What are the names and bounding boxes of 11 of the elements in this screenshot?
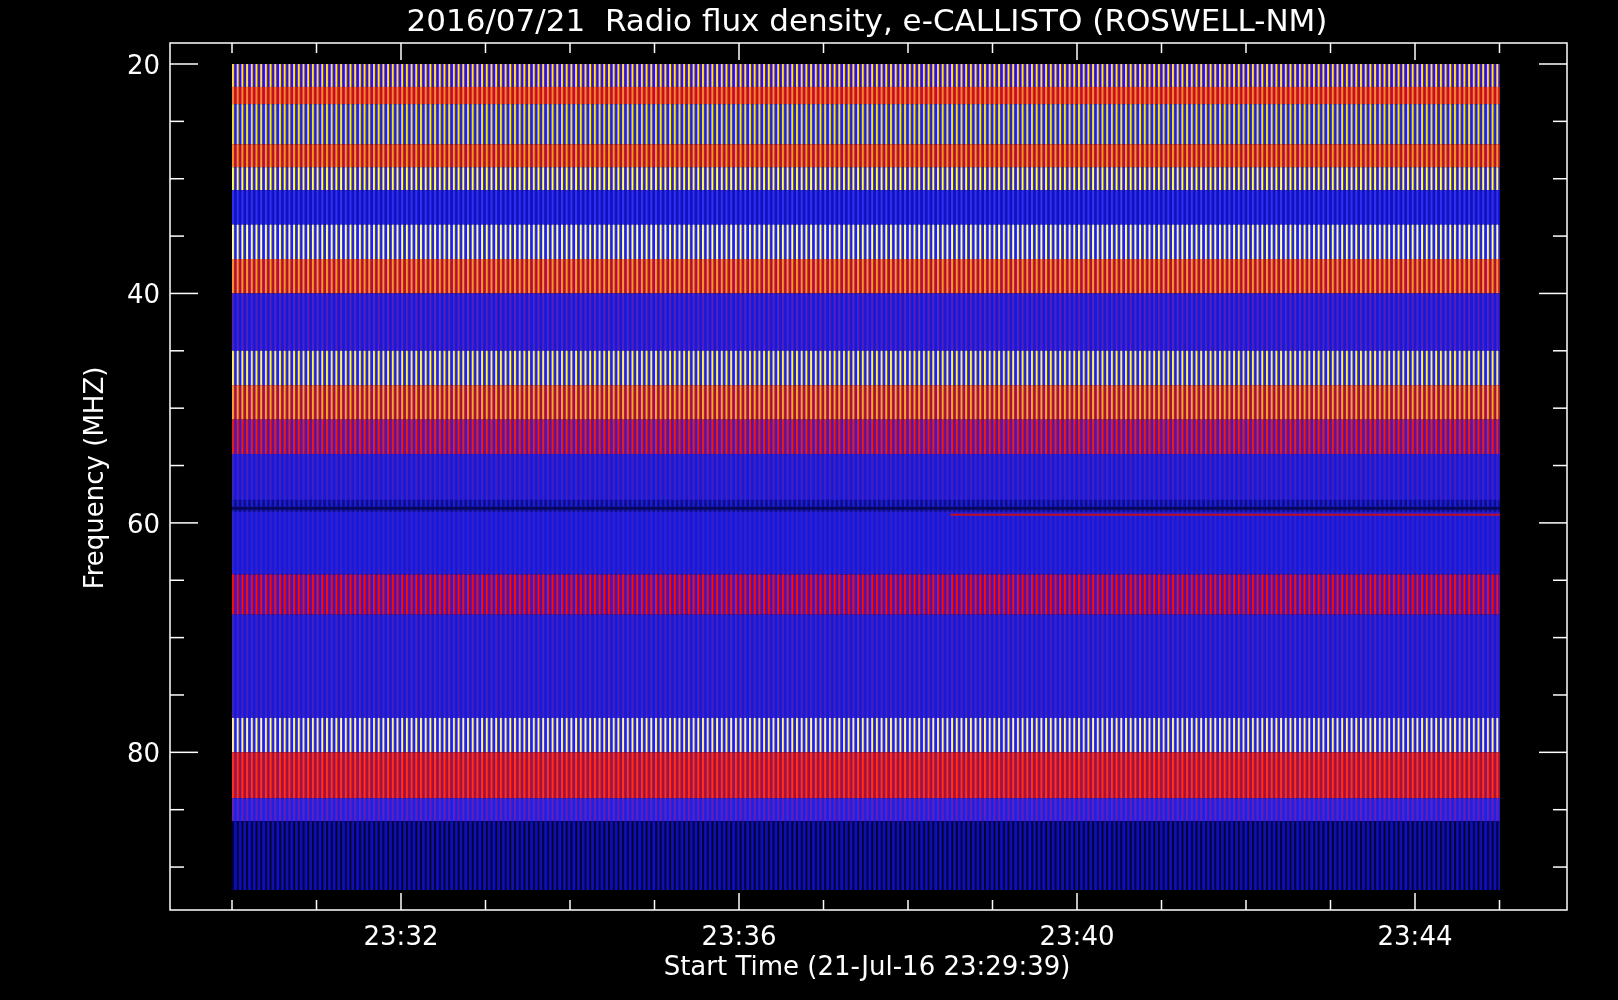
y-axis-label: Frequency (MHZ) [79, 366, 109, 590]
x-tick-label: 23:40 [1039, 921, 1115, 951]
x-tick-label: 23:32 [363, 921, 439, 951]
y-tick-label: 60 [126, 508, 160, 539]
y-tick-label: 20 [126, 50, 160, 80]
x-axis-label: Start Time (21-Jul-16 23:29:39) [663, 951, 1071, 981]
y-tick-label: 40 [126, 279, 160, 310]
x-tick-label: 23:36 [701, 921, 777, 951]
y-tick-label: 80 [126, 738, 160, 769]
chart-title: 2016/07/21 Radio flux density, e-CALLISTO (ROSWELL-NM) [406, 2, 1328, 38]
x-tick-label: 23:44 [1377, 921, 1453, 951]
